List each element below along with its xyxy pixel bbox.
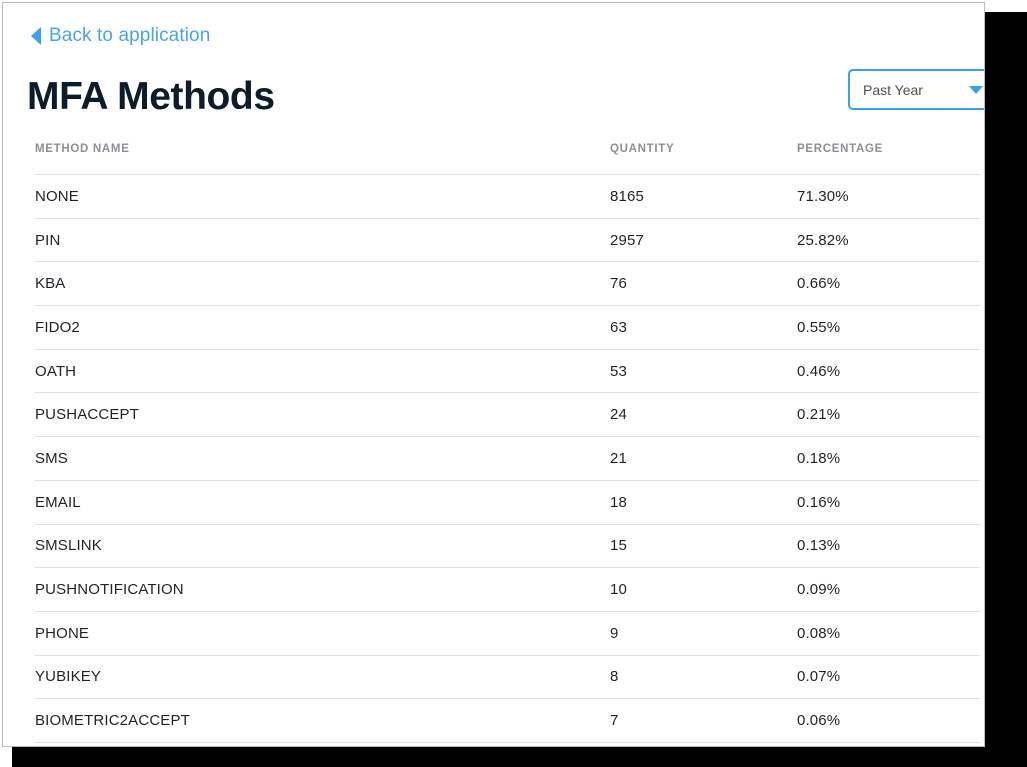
cell-quantity: 8165: [610, 175, 797, 219]
table-row: OATH530.46%: [35, 349, 980, 393]
cell-method-name: PUSHACCEPT: [35, 393, 610, 437]
chevron-down-icon: [969, 86, 983, 94]
cell-quantity: 63: [610, 306, 797, 350]
cell-method-name: OATH: [35, 349, 610, 393]
back-to-application-link[interactable]: Back to application: [31, 25, 210, 47]
table-header-row: METHOD NAME QUANTITY PERCENTAGE: [35, 143, 980, 175]
cell-percentage: 0.21%: [797, 393, 980, 437]
table-row: PIN295725.82%: [35, 218, 980, 262]
cell-quantity: 24: [610, 393, 797, 437]
cell-method-name: KBA: [35, 262, 610, 306]
back-arrow-icon: [31, 27, 41, 45]
table-row: PUSHACCEPT240.21%: [35, 393, 980, 437]
table-row: PHONE90.08%: [35, 611, 980, 655]
back-to-application-label: Back to application: [49, 25, 210, 47]
cell-method-name: SMS: [35, 437, 610, 481]
cell-percentage: 25.82%: [797, 218, 980, 262]
table-row: KBA760.66%: [35, 262, 980, 306]
column-header-quantity: QUANTITY: [610, 143, 797, 175]
cell-quantity: 53: [610, 349, 797, 393]
cell-quantity: 10: [610, 568, 797, 612]
table-row: YUBIKEY80.07%: [35, 655, 980, 699]
period-filter-value: Past Year: [863, 82, 923, 98]
cell-method-name: PHONE: [35, 611, 610, 655]
table-row: NONE816571.30%: [35, 175, 980, 219]
cell-quantity: 15: [610, 524, 797, 568]
mfa-methods-table: METHOD NAME QUANTITY PERCENTAGE NONE8165…: [35, 143, 980, 743]
table-row: EMAIL180.16%: [35, 480, 980, 524]
cell-quantity: 76: [610, 262, 797, 306]
cell-quantity: 9: [610, 611, 797, 655]
cell-method-name: NONE: [35, 175, 610, 219]
table-row: PUSHNOTIFICATION100.09%: [35, 568, 980, 612]
cell-method-name: EMAIL: [35, 480, 610, 524]
cell-percentage: 0.06%: [797, 699, 980, 743]
cell-percentage: 71.30%: [797, 175, 980, 219]
period-filter-dropdown[interactable]: Past Year: [848, 69, 985, 110]
table-row: SMSLINK150.13%: [35, 524, 980, 568]
cell-quantity: 8: [610, 655, 797, 699]
table-row: SMS210.18%: [35, 437, 980, 481]
column-header-percentage: PERCENTAGE: [797, 143, 980, 175]
cell-quantity: 18: [610, 480, 797, 524]
cell-percentage: 0.09%: [797, 568, 980, 612]
table-row: BIOMETRIC2ACCEPT70.06%: [35, 699, 980, 743]
cell-percentage: 0.66%: [797, 262, 980, 306]
cell-method-name: FIDO2: [35, 306, 610, 350]
cell-percentage: 0.07%: [797, 655, 980, 699]
cell-quantity: 21: [610, 437, 797, 481]
cell-method-name: YUBIKEY: [35, 655, 610, 699]
cell-percentage: 0.13%: [797, 524, 980, 568]
cell-percentage: 0.16%: [797, 480, 980, 524]
cell-method-name: BIOMETRIC2ACCEPT: [35, 699, 610, 743]
page-title: MFA Methods: [27, 73, 275, 121]
cell-percentage: 0.18%: [797, 437, 980, 481]
cell-quantity: 2957: [610, 218, 797, 262]
cell-method-name: PUSHNOTIFICATION: [35, 568, 610, 612]
mfa-methods-panel: Back to application MFA Methods Past Yea…: [2, 2, 985, 747]
cell-quantity: 7: [610, 699, 797, 743]
column-header-method-name: METHOD NAME: [35, 143, 610, 175]
cell-percentage: 0.08%: [797, 611, 980, 655]
cell-method-name: PIN: [35, 218, 610, 262]
cell-percentage: 0.46%: [797, 349, 980, 393]
table-body: NONE816571.30%PIN295725.82%KBA760.66%FID…: [35, 175, 980, 743]
cell-method-name: SMSLINK: [35, 524, 610, 568]
table-row: FIDO2630.55%: [35, 306, 980, 350]
cell-percentage: 0.55%: [797, 306, 980, 350]
table-header: METHOD NAME QUANTITY PERCENTAGE: [35, 143, 980, 175]
